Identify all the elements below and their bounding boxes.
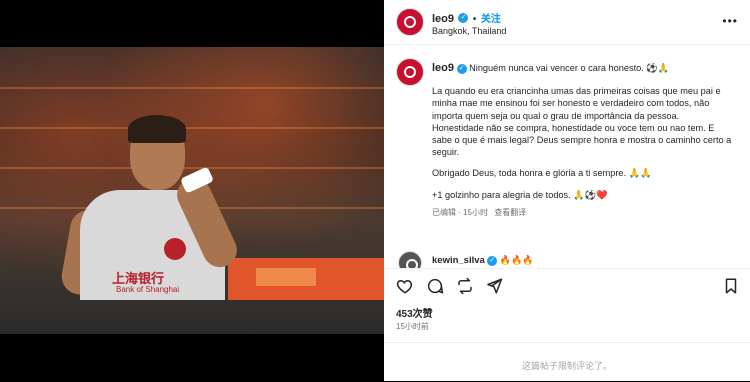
verified-icon: ✓	[487, 255, 498, 266]
stadium-stripe	[0, 167, 384, 169]
stadium-stripe	[0, 87, 384, 89]
post-caption: leo9 ✓ Ninguém nunca vai vencer o cara h…	[432, 62, 732, 219]
post-header: leo9 ✓ • 关注 Bangkok, Thailand •••	[384, 0, 750, 45]
follow-button[interactable]: 关注	[481, 14, 501, 25]
post-time: 15小时前	[396, 322, 429, 331]
comment-text: 🔥🔥🔥	[499, 255, 534, 265]
like-count[interactable]: 453次赞	[396, 305, 433, 320]
ad-banner-highlight	[256, 268, 316, 286]
edited-time: 已编辑 · 15小时	[432, 207, 489, 217]
club-crest	[164, 238, 186, 260]
share-icon[interactable]	[485, 277, 503, 295]
post-detail-panel: leo9 ✓ • 关注 Bangkok, Thailand ••• leo9 ✓…	[384, 0, 750, 381]
more-options-icon[interactable]: •••	[722, 14, 738, 28]
caption-first-line: Ninguém nunca vai vencer o cara honesto.…	[469, 63, 670, 73]
bookmark-icon[interactable]	[722, 277, 740, 295]
author-line: leo9 ✓ • 关注	[432, 9, 501, 27]
verified-icon: ✓	[458, 12, 469, 23]
author-avatar[interactable]	[396, 8, 424, 36]
caption-username[interactable]: leo9	[432, 62, 454, 74]
post-media[interactable]: 上海银行 Bank of Shanghai	[0, 0, 384, 381]
caption-meta: 已编辑 · 15小时 查看翻译	[432, 207, 732, 219]
commenter-username[interactable]: kewin_silva	[432, 255, 485, 266]
caption-paragraph-1: La quando eu era criancinha umas das pri…	[432, 86, 732, 158]
comment-icon[interactable]	[426, 277, 444, 295]
repost-icon[interactable]	[456, 277, 474, 295]
separator-dot: •	[472, 14, 477, 25]
jersey-sponsor-sub: Bank of Shanghai	[116, 285, 180, 294]
post-location[interactable]: Bangkok, Thailand	[432, 26, 506, 36]
caption-paragraph-3: +1 golzinho para alegria de todos. 🙏⚽❤️	[432, 189, 608, 200]
action-bar	[384, 268, 750, 303]
player-hair	[128, 115, 186, 143]
comment-line: kewin_silva ✓ 🔥🔥🔥	[432, 255, 533, 266]
author-username[interactable]: leo9	[432, 13, 454, 25]
comments-restricted-notice: 这篇帖子限制评论了。	[521, 361, 612, 371]
post-photo: 上海银行 Bank of Shanghai	[0, 47, 384, 334]
caption-avatar[interactable]	[396, 58, 424, 86]
comments-footer: 这篇帖子限制评论了。	[384, 342, 750, 382]
caption-paragraph-2: Obrigado Deus, toda honra e glória a ti …	[432, 168, 652, 179]
verified-icon: ✓	[456, 63, 467, 74]
stadium-stripe	[0, 127, 384, 129]
heart-icon[interactable]	[396, 277, 414, 295]
translate-link[interactable]: 查看翻译	[494, 208, 526, 217]
